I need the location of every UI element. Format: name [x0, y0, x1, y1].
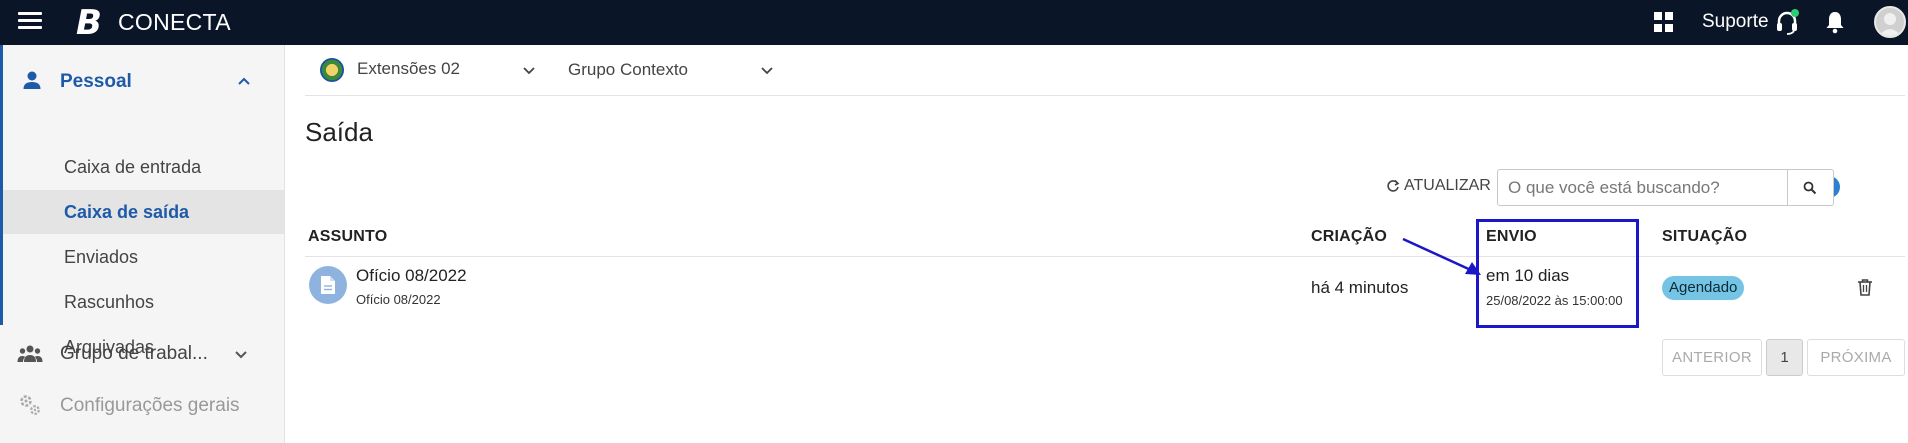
brand-logo[interactable]: B [76, 3, 102, 43]
column-header-subject[interactable]: ASSUNTO [308, 228, 387, 246]
search-button[interactable] [1788, 169, 1834, 206]
status-badge: Agendado [1662, 276, 1745, 300]
header-divider [305, 256, 1905, 257]
row-subject-title[interactable]: Ofício 08/2022 [356, 266, 467, 286]
refresh-icon [1387, 179, 1400, 192]
sidebar-item-workgroup[interactable]: Grupo de trabal... [0, 331, 285, 377]
annotation-arrow-icon [1402, 237, 1481, 275]
sidebar-section-header[interactable]: Pessoal [3, 59, 285, 103]
context-group-select[interactable]: Grupo Contexto [568, 60, 688, 80]
group-icon [17, 345, 43, 362]
apps-grid-icon[interactable] [1654, 12, 1674, 32]
refresh-button[interactable]: ATUALIZAR [1386, 177, 1491, 195]
settings-link[interactable]: Configurações gerais [60, 395, 240, 417]
highlight-annotation-box [1476, 219, 1639, 328]
group-chevron-down-icon[interactable] [760, 63, 774, 77]
sidebar-item-sent[interactable]: Enviados [3, 235, 285, 279]
sidebar-item-outbox[interactable]: Caixa de saída [3, 190, 285, 234]
search-box [1497, 169, 1788, 206]
top-bar: B CONECTA Suporte [0, 0, 1908, 45]
refresh-label: ATUALIZAR [1404, 177, 1491, 194]
notification-bell-icon[interactable] [1824, 10, 1846, 34]
search-icon [1803, 181, 1817, 195]
person-icon [23, 71, 41, 89]
trash-icon[interactable] [1857, 278, 1873, 296]
menu-icon[interactable] [18, 12, 42, 32]
chevron-down-icon[interactable] [233, 346, 249, 362]
user-avatar[interactable] [1874, 6, 1906, 38]
pagination-page-1[interactable]: 1 [1766, 339, 1803, 376]
extension-chevron-down-icon[interactable] [522, 63, 536, 77]
pagination-previous-button[interactable]: ANTERIOR [1662, 339, 1762, 376]
column-header-created[interactable]: CRIAÇÃO [1311, 228, 1387, 246]
row-subject-subtitle: Ofício 08/2022 [356, 292, 441, 307]
document-icon [321, 276, 335, 294]
sidebar-section-personal: Pessoal Caixa de entrada Caixa de saída … [0, 45, 285, 357]
pagination-next-button[interactable]: PRÓXIMA [1807, 339, 1905, 376]
sidebar: Pessoal Caixa de entrada Caixa de saída … [0, 45, 285, 443]
context-bar: Extensões 02 Grupo Contexto [305, 45, 1905, 96]
sidebar-section-label: Pessoal [60, 71, 132, 92]
row-created: há 4 minutos [1311, 278, 1409, 297]
document-avatar [309, 266, 347, 304]
search-input[interactable] [1508, 177, 1728, 199]
chevron-up-icon[interactable] [236, 73, 252, 89]
support-link[interactable]: Suporte [1702, 11, 1769, 33]
column-header-status[interactable]: SITUAÇÃO [1662, 228, 1747, 246]
workgroup-label: Grupo de trabal... [60, 343, 208, 364]
coat-of-arms-icon [320, 58, 344, 82]
extension-select[interactable]: Extensões 02 [357, 59, 460, 79]
page-title: Saída [305, 117, 373, 147]
brand-name[interactable]: CONECTA [118, 9, 231, 36]
sidebar-item-drafts[interactable]: Rascunhos [3, 280, 285, 324]
headset-icon[interactable] [1774, 9, 1800, 35]
gear-icon [20, 395, 40, 415]
sidebar-item-inbox[interactable]: Caixa de entrada [3, 145, 285, 189]
